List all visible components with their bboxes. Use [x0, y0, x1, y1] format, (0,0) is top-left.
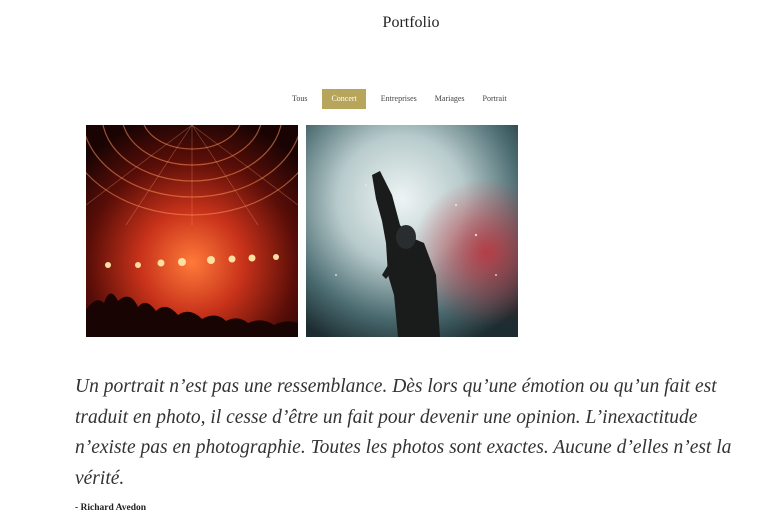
- portfolio-page: Portfolio Tous Concert Entreprises Maria…: [0, 0, 772, 518]
- photo-gallery: [86, 125, 518, 337]
- quote-text: Un portrait n’est pas une ressemblance. …: [75, 376, 732, 489]
- filter-tous[interactable]: Tous: [283, 89, 316, 109]
- filter-bar: Tous Concert Entreprises Mariages Portra…: [283, 89, 516, 109]
- filter-mariages[interactable]: Mariages: [426, 89, 474, 109]
- filter-portrait[interactable]: Portrait: [474, 89, 516, 109]
- concert-arena-photo[interactable]: [86, 125, 298, 337]
- filter-concert[interactable]: Concert: [322, 89, 366, 109]
- page-title: Portfolio: [382, 14, 440, 31]
- performer-smoke-photo[interactable]: [306, 125, 518, 337]
- filter-entreprises[interactable]: Entreprises: [372, 89, 426, 109]
- quote-author: - Richard Avedon: [75, 503, 147, 513]
